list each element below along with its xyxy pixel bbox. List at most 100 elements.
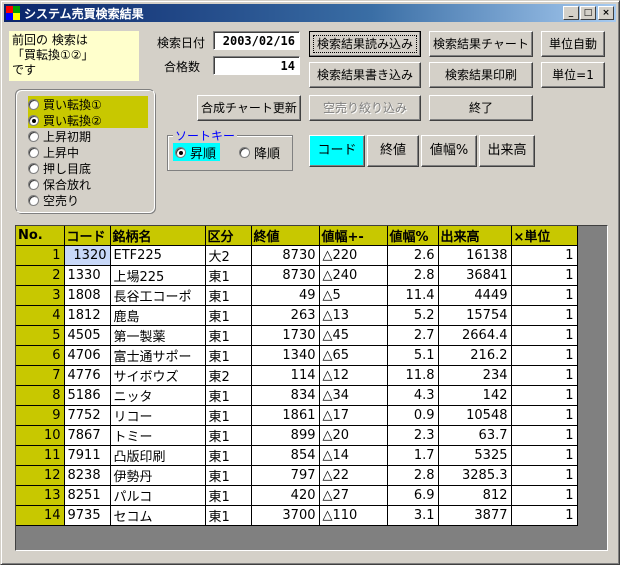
- table-cell[interactable]: 11: [16, 445, 65, 466]
- table-cell[interactable]: 1861: [251, 405, 320, 426]
- column-header[interactable]: 銘柄名: [110, 226, 206, 246]
- table-row[interactable]: 8 5186 ニッタ 東1 834 △34 4.3 142 1: [16, 385, 578, 406]
- table-cell[interactable]: 1: [511, 405, 578, 426]
- table-cell[interactable]: 東1: [205, 425, 252, 446]
- table-cell[interactable]: 49: [251, 285, 320, 306]
- table-cell[interactable]: 3.1: [387, 505, 439, 526]
- table-cell[interactable]: 16138: [438, 245, 512, 266]
- unit-one-button[interactable]: 単位=1: [541, 62, 605, 88]
- table-cell[interactable]: セコム: [110, 505, 206, 526]
- table-row[interactable]: 3 1808 長谷工コーポ 東1 49 △5 11.4 4449 1: [16, 285, 578, 306]
- strategy-radio-5[interactable]: 押し目底: [28, 160, 91, 176]
- table-cell[interactable]: 14: [16, 505, 65, 526]
- table-cell[interactable]: 1: [511, 425, 578, 446]
- table-cell[interactable]: 1812: [64, 305, 111, 326]
- table-cell[interactable]: 2.8: [387, 265, 439, 286]
- table-cell[interactable]: 伊勢丹: [110, 465, 206, 486]
- table-cell[interactable]: 812: [438, 485, 512, 506]
- table-cell[interactable]: 834: [251, 385, 320, 406]
- strategy-radio-6[interactable]: 保合放れ: [28, 176, 91, 192]
- column-header[interactable]: コード: [64, 226, 111, 246]
- print-results-button[interactable]: 検索結果印刷: [429, 62, 533, 88]
- table-cell[interactable]: △5: [319, 285, 388, 306]
- table-cell[interactable]: 東1: [205, 445, 252, 466]
- table-cell[interactable]: △45: [319, 325, 388, 346]
- count-field[interactable]: 14: [213, 56, 300, 75]
- table-cell[interactable]: 東1: [205, 485, 252, 506]
- column-header[interactable]: No.: [16, 226, 65, 246]
- table-cell[interactable]: 東1: [205, 265, 252, 286]
- table-cell[interactable]: △17: [319, 405, 388, 426]
- table-cell[interactable]: 2.3: [387, 425, 439, 446]
- table-cell[interactable]: 2664.4: [438, 325, 512, 346]
- table-cell[interactable]: 1: [16, 245, 65, 266]
- table-cell[interactable]: 富士通サポー: [110, 345, 206, 366]
- table-cell[interactable]: 142: [438, 385, 512, 406]
- table-cell[interactable]: 東1: [205, 345, 252, 366]
- minimize-button[interactable]: _: [563, 6, 579, 20]
- update-composite-chart-button[interactable]: 合成チャート更新: [197, 95, 301, 121]
- table-cell[interactable]: 3877: [438, 505, 512, 526]
- table-cell[interactable]: 鹿島: [110, 305, 206, 326]
- table-cell[interactable]: △13: [319, 305, 388, 326]
- strategy-radio-7[interactable]: 空売り: [28, 192, 79, 208]
- table-row[interactable]: 2 1330 上場225 東1 8730 △240 2.8 36841 1: [16, 265, 578, 286]
- table-cell[interactable]: 8730: [251, 245, 320, 266]
- sort-close-button[interactable]: 終値: [367, 135, 419, 167]
- table-cell[interactable]: 114: [251, 365, 320, 386]
- table-cell[interactable]: 2.6: [387, 245, 439, 266]
- table-row[interactable]: 14 9735 セコム 東1 3700 △110 3.1 3877 1: [16, 505, 578, 526]
- table-cell[interactable]: 上場225: [110, 265, 206, 286]
- table-cell[interactable]: 1330: [64, 265, 111, 286]
- table-cell[interactable]: 11.4: [387, 285, 439, 306]
- table-cell[interactable]: 1: [511, 505, 578, 526]
- column-header[interactable]: 値幅+-: [319, 226, 388, 246]
- table-cell[interactable]: 7: [16, 365, 65, 386]
- table-cell[interactable]: 1808: [64, 285, 111, 306]
- table-cell[interactable]: 6.9: [387, 485, 439, 506]
- table-cell[interactable]: 63.7: [438, 425, 512, 446]
- table-cell[interactable]: 854: [251, 445, 320, 466]
- table-cell[interactable]: 420: [251, 485, 320, 506]
- results-grid[interactable]: No. コード 銘柄名 区分 終値 値幅+- 値幅% 出来高 ×単位 1 1320 ETF225 大2…: [15, 225, 608, 551]
- table-cell[interactable]: 5: [16, 325, 65, 346]
- table-cell[interactable]: 8: [16, 385, 65, 406]
- unit-auto-button[interactable]: 単位自動: [541, 31, 605, 57]
- table-cell[interactable]: 234: [438, 365, 512, 386]
- table-cell[interactable]: 2.8: [387, 465, 439, 486]
- sort-code-button[interactable]: コード: [309, 135, 365, 167]
- table-cell[interactable]: 5186: [64, 385, 111, 406]
- table-cell[interactable]: 大2: [205, 245, 252, 266]
- table-cell[interactable]: 9: [16, 405, 65, 426]
- table-cell[interactable]: 10548: [438, 405, 512, 426]
- table-cell[interactable]: ETF225: [110, 245, 206, 266]
- column-header[interactable]: 区分: [205, 226, 252, 246]
- table-cell[interactable]: 1340: [251, 345, 320, 366]
- table-cell[interactable]: 東1: [205, 405, 252, 426]
- table-row[interactable]: 6 4706 富士通サポー 東1 1340 △65 5.1 216.2 1: [16, 345, 578, 366]
- table-cell[interactable]: 東1: [205, 505, 252, 526]
- table-cell[interactable]: 1320: [64, 245, 111, 266]
- column-header[interactable]: ×単位: [511, 226, 578, 246]
- load-results-button[interactable]: 検索結果読み込み: [309, 31, 421, 57]
- close-button[interactable]: ×: [598, 6, 614, 20]
- table-cell[interactable]: 899: [251, 425, 320, 446]
- table-cell[interactable]: リコー: [110, 405, 206, 426]
- table-cell[interactable]: △240: [319, 265, 388, 286]
- table-cell[interactable]: 12: [16, 465, 65, 486]
- table-cell[interactable]: 1.7: [387, 445, 439, 466]
- table-row[interactable]: 13 8251 パルコ 東1 420 △27 6.9 812 1: [16, 485, 578, 506]
- table-cell[interactable]: 東2: [205, 365, 252, 386]
- table-cell[interactable]: 4: [16, 305, 65, 326]
- table-cell[interactable]: 5.2: [387, 305, 439, 326]
- table-cell[interactable]: 1: [511, 345, 578, 366]
- table-cell[interactable]: 7911: [64, 445, 111, 466]
- table-cell[interactable]: 4449: [438, 285, 512, 306]
- sort-ascending-radio[interactable]: 昇順: [173, 143, 221, 162]
- table-cell[interactable]: パルコ: [110, 485, 206, 506]
- table-cell[interactable]: 4706: [64, 345, 111, 366]
- table-cell[interactable]: 1: [511, 325, 578, 346]
- table-cell[interactable]: 長谷工コーポ: [110, 285, 206, 306]
- strategy-radio-2[interactable]: 買い転換②: [28, 112, 148, 128]
- table-cell[interactable]: 7867: [64, 425, 111, 446]
